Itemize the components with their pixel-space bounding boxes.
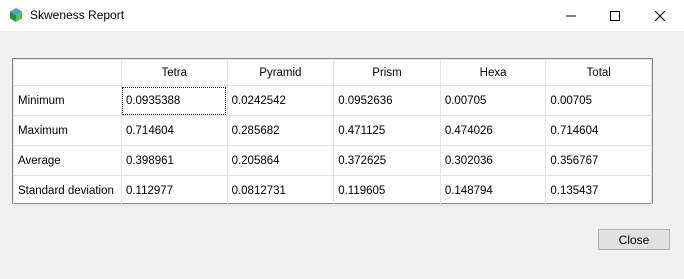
row-header[interactable]: Standard deviation — [13, 175, 122, 206]
title-bar[interactable]: Skweness Report — [0, 0, 684, 31]
row-header[interactable]: Minimum — [13, 85, 122, 116]
column-header[interactable]: Tetra — [120, 59, 228, 86]
close-button[interactable]: Close — [598, 229, 670, 250]
table-cell[interactable]: 0.471125 — [333, 115, 441, 146]
column-header[interactable]: Pyramid — [226, 59, 335, 86]
skewness-report-window: Skweness Report Tetra Pyramid Prism Hexa… — [0, 0, 684, 279]
skewness-grid: Tetra Pyramid Prism Hexa Total Minimum 0… — [13, 59, 652, 206]
table-cell[interactable]: 0.714604 — [545, 115, 652, 146]
table-cell[interactable]: 0.0242542 — [226, 85, 335, 116]
table-cell[interactable]: 0.302036 — [439, 145, 547, 176]
table-row: Average 0.398961 0.205864 0.372625 0.302… — [13, 145, 652, 176]
column-header[interactable]: Prism — [333, 59, 441, 86]
maximize-icon — [610, 10, 620, 21]
table-cell[interactable]: 0.00705 — [545, 85, 652, 116]
table-cell[interactable]: 0.0935388 — [120, 85, 228, 116]
table-cell[interactable]: 0.119605 — [333, 175, 441, 206]
close-icon — [655, 10, 665, 21]
column-header[interactable]: Hexa — [439, 59, 547, 86]
table-row: Minimum 0.0935388 0.0242542 0.0952636 0.… — [13, 85, 652, 116]
table-cell[interactable]: 0.285682 — [226, 115, 335, 146]
table-cell[interactable]: 0.00705 — [439, 85, 547, 116]
table-cell[interactable]: 0.0952636 — [333, 85, 441, 116]
table-cell[interactable]: 0.398961 — [120, 145, 228, 176]
minimize-icon — [566, 15, 576, 16]
table-row: Standard deviation 0.112977 0.0812731 0.… — [13, 175, 652, 206]
maximize-button[interactable] — [592, 0, 638, 31]
window-title: Skweness Report — [30, 8, 125, 22]
corner-header-cell — [13, 59, 122, 86]
close-window-button[interactable] — [637, 0, 683, 31]
table-row: Maximum 0.714604 0.285682 0.471125 0.474… — [13, 115, 652, 146]
row-header[interactable]: Maximum — [13, 115, 122, 146]
column-header[interactable]: Total — [545, 59, 652, 86]
row-header[interactable]: Average — [13, 145, 122, 176]
table-cell[interactable]: 0.135437 — [545, 175, 652, 206]
table-cell[interactable]: 0.356767 — [545, 145, 652, 176]
table-cell[interactable]: 0.474026 — [439, 115, 547, 146]
table-cell[interactable]: 0.714604 — [120, 115, 228, 146]
table-cell[interactable]: 0.112977 — [120, 175, 228, 206]
table-cell[interactable]: 0.148794 — [439, 175, 547, 206]
skewness-table[interactable]: Tetra Pyramid Prism Hexa Total Minimum 0… — [12, 58, 653, 206]
minimize-button[interactable] — [548, 0, 594, 31]
table-cell[interactable]: 0.372625 — [333, 145, 441, 176]
table-cell[interactable]: 0.205864 — [226, 145, 335, 176]
table-cell[interactable]: 0.0812731 — [226, 175, 335, 206]
header-row: Tetra Pyramid Prism Hexa Total — [13, 59, 652, 86]
app-cube-icon — [9, 8, 23, 22]
